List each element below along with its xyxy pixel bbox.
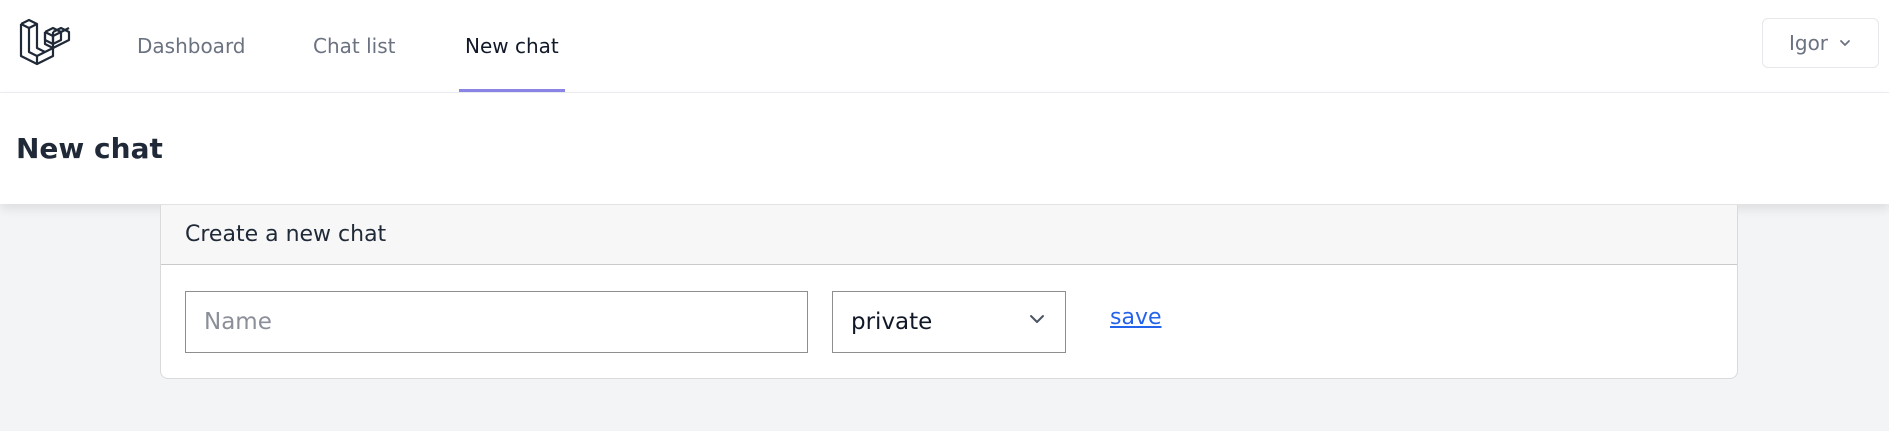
chat-type-select[interactable]: private	[832, 291, 1066, 353]
top-navigation: Dashboard Chat list New chat Igor	[0, 0, 1889, 93]
page-header: New chat	[0, 93, 1889, 204]
laravel-logo-icon[interactable]	[19, 18, 71, 72]
save-link[interactable]: save	[1110, 305, 1162, 330]
chevron-down-icon	[1027, 309, 1047, 335]
page-title: New chat	[16, 132, 163, 165]
chat-type-value: private	[851, 309, 933, 335]
user-menu-button[interactable]: Igor	[1762, 18, 1879, 68]
chevron-down-icon	[1838, 31, 1852, 55]
chat-name-input[interactable]	[185, 291, 808, 353]
nav-link-dashboard[interactable]: Dashboard	[137, 0, 246, 92]
nav-link-new-chat[interactable]: New chat	[459, 0, 565, 92]
nav-link-chat-list[interactable]: Chat list	[313, 0, 395, 92]
card-title: Create a new chat	[161, 205, 1737, 265]
user-name: Igor	[1788, 31, 1829, 55]
create-chat-card: Create a new chat private save	[160, 205, 1738, 379]
